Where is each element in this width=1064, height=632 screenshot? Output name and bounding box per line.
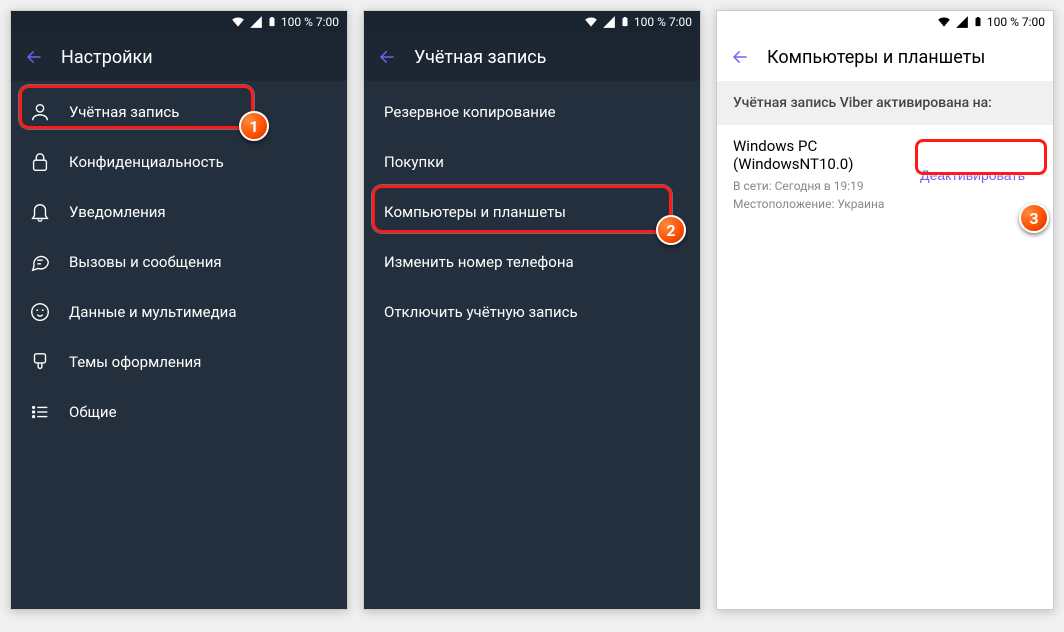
battery-icon [267, 15, 277, 29]
account-item-purchases[interactable]: Покупки [364, 137, 700, 187]
device-name: Windows PC (WindowsNT10.0) [733, 137, 908, 173]
settings-item-notifications[interactable]: Уведомления [11, 187, 347, 237]
brush-icon [29, 351, 51, 373]
item-label: Резервное копирование [384, 103, 556, 121]
wifi-icon [584, 15, 598, 29]
status-text: 100 % 7:00 [281, 15, 339, 29]
settings-item-calls[interactable]: Вызовы и сообщения [11, 237, 347, 287]
account-item-backup[interactable]: Резервное копирование [364, 87, 700, 137]
person-icon [29, 101, 51, 123]
battery-icon [620, 15, 630, 29]
step-badge-2: 2 [656, 215, 686, 245]
battery-icon [973, 15, 983, 29]
item-label: Вызовы и сообщения [69, 253, 222, 271]
settings-list: Учётная запись Конфиденциальность Уведом… [11, 81, 347, 443]
account-item-deactivate[interactable]: Отключить учётную запись [364, 287, 700, 337]
settings-item-account[interactable]: Учётная запись [11, 87, 347, 137]
step-badge-1: 1 [239, 111, 269, 141]
settings-item-privacy[interactable]: Конфиденциальность [11, 137, 347, 187]
page-title: Учётная запись [414, 47, 686, 68]
status-bar: 100 % 7:00 [11, 11, 347, 33]
wifi-icon [231, 15, 245, 29]
device-row: Windows PC (WindowsNT10.0) В сети: Сегод… [717, 125, 1053, 225]
status-text: 100 % 7:00 [987, 15, 1045, 29]
deactivate-button[interactable]: Деактивировать [908, 159, 1037, 191]
back-icon[interactable] [25, 48, 43, 66]
item-label: Темы оформления [69, 353, 201, 371]
face-icon [29, 301, 51, 323]
signal-icon [602, 15, 616, 29]
item-label: Конфиденциальность [69, 153, 224, 171]
wifi-icon [937, 15, 951, 29]
item-label: Отключить учётную запись [384, 303, 578, 321]
signal-icon [249, 15, 263, 29]
item-label: Покупки [384, 153, 444, 171]
step-badge-3: 3 [1019, 203, 1049, 233]
back-icon[interactable] [731, 48, 749, 66]
settings-item-general[interactable]: Общие [11, 387, 347, 437]
status-bar: 100 % 7:00 [364, 11, 700, 33]
settings-item-media[interactable]: Данные и мультимедиа [11, 287, 347, 337]
item-label: Учётная запись [69, 103, 179, 121]
screen-desktop: 100 % 7:00 Компьютеры и планшеты Учётная… [716, 10, 1054, 610]
status-bar: 100 % 7:00 [717, 11, 1053, 33]
item-label: Данные и мультимедиа [69, 303, 236, 321]
status-text: 100 % 7:00 [634, 15, 692, 29]
device-online: В сети: Сегодня в 19:19 [733, 177, 908, 195]
settings-item-themes[interactable]: Темы оформления [11, 337, 347, 387]
item-label: Компьютеры и планшеты [384, 203, 566, 221]
page-title: Настройки [61, 47, 333, 68]
app-bar: Компьютеры и планшеты [717, 33, 1053, 81]
account-list: Резервное копирование Покупки Компьютеры… [364, 81, 700, 343]
page-title: Компьютеры и планшеты [767, 47, 1039, 68]
device-info: Windows PC (WindowsNT10.0) В сети: Сегод… [733, 137, 908, 213]
chat-icon [29, 251, 51, 273]
account-item-desktop[interactable]: Компьютеры и планшеты [364, 187, 700, 237]
device-location: Местоположение: Украина [733, 195, 908, 213]
screen-settings: 100 % 7:00 Настройки Учётная запись Конф… [10, 10, 348, 610]
bell-icon [29, 201, 51, 223]
item-label: Изменить номер телефона [384, 253, 574, 271]
item-label: Общие [69, 403, 117, 421]
account-item-changenumber[interactable]: Изменить номер телефона [364, 237, 700, 287]
list-icon [29, 401, 51, 423]
lock-icon [29, 151, 51, 173]
item-label: Уведомления [69, 203, 166, 221]
app-bar: Настройки [11, 33, 347, 81]
section-header: Учётная запись Viber активирована на: [717, 81, 1053, 125]
signal-icon [955, 15, 969, 29]
app-bar: Учётная запись [364, 33, 700, 81]
screen-account: 100 % 7:00 Учётная запись Резервное копи… [363, 10, 701, 610]
back-icon[interactable] [378, 48, 396, 66]
